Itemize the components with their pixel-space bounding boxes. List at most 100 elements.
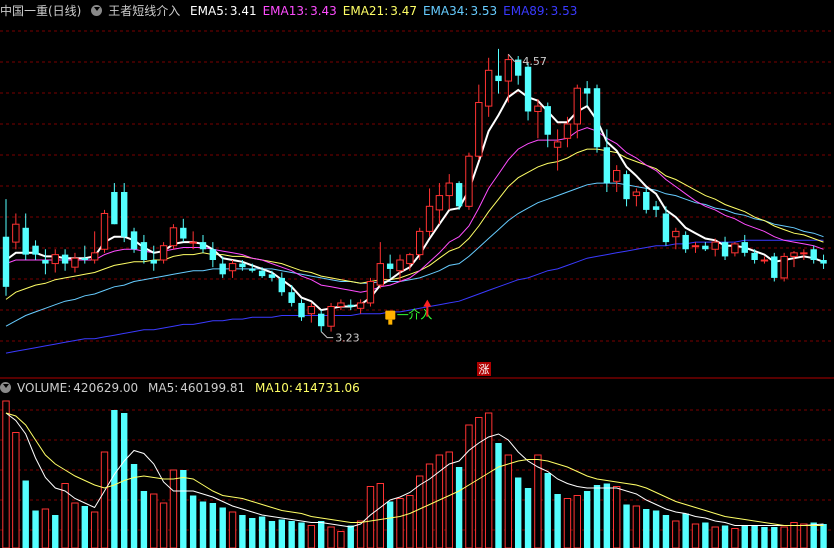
entry-label: 介入 xyxy=(408,308,432,322)
volume-bar xyxy=(731,528,739,548)
candle-body xyxy=(121,192,128,237)
ma10-label: MA10: xyxy=(255,381,293,395)
candle-body xyxy=(790,252,798,257)
volume-bar xyxy=(2,400,10,548)
ema-legend: EMA5: 3.41 EMA13: 3.43 EMA21: 3.47 EMA34: 3.53 E… xyxy=(190,4,583,18)
volume-bar xyxy=(228,511,237,548)
volume-bar xyxy=(455,467,463,548)
candle-body xyxy=(465,155,473,207)
ema-legend-item: EMA21: xyxy=(342,4,389,18)
volume-bar xyxy=(258,516,266,548)
volume-bar xyxy=(484,412,493,548)
volume-bar xyxy=(12,432,20,548)
volume-bar xyxy=(71,502,79,548)
volume-bar xyxy=(711,526,719,548)
volume-bar xyxy=(81,506,88,548)
volume-bar xyxy=(800,523,808,548)
ema-line-ema34 xyxy=(5,182,824,327)
indicator-menu-icon[interactable] xyxy=(91,5,103,16)
volume-bars xyxy=(2,400,827,548)
candle-body xyxy=(199,242,207,250)
candle-body xyxy=(721,242,729,257)
volume-bar xyxy=(741,525,748,548)
ema-legend-value: 3.53 xyxy=(550,4,578,18)
chart-canvas[interactable]: 4.57 3.23 介入涨 xyxy=(0,0,834,548)
stock-title: 中国一重(日线) xyxy=(0,4,82,18)
candle-body xyxy=(337,302,345,308)
high-price-label: 4.57 xyxy=(522,55,547,68)
volume-bar xyxy=(52,515,59,548)
ema-legend-value: 3.47 xyxy=(390,4,417,18)
volume-bar xyxy=(475,417,483,548)
candle-body xyxy=(12,223,20,243)
ema-legend-value: 3.53 xyxy=(470,4,498,18)
volume-ma10-line xyxy=(5,412,824,526)
volume-bar xyxy=(672,520,680,548)
candle-body xyxy=(278,277,285,293)
candle-body xyxy=(81,258,88,260)
candle-body xyxy=(51,254,59,265)
volume-bar xyxy=(810,522,817,548)
candle-body xyxy=(298,302,305,318)
volume-bar xyxy=(682,513,689,548)
candle-body xyxy=(169,227,178,247)
volume-bar xyxy=(159,502,168,548)
ema-legend-item: EMA5: xyxy=(190,4,228,18)
candle-body xyxy=(258,270,266,277)
volume-bar xyxy=(268,521,276,548)
candle-body xyxy=(613,170,621,182)
candle-body xyxy=(524,66,532,112)
ema-line-ema21 xyxy=(5,148,824,300)
candle-body xyxy=(71,257,79,268)
volume-bar xyxy=(495,443,502,548)
volume-bar xyxy=(318,521,325,548)
candle-body xyxy=(42,260,49,264)
volume-bar xyxy=(652,510,660,548)
volume-bar xyxy=(504,454,513,548)
candle-body xyxy=(534,105,542,112)
volume-bar xyxy=(386,501,394,548)
candle-body xyxy=(495,75,502,82)
volume-bar xyxy=(327,526,335,548)
volume-bar xyxy=(632,505,641,548)
candle-body xyxy=(159,245,168,261)
volume-bar xyxy=(554,494,561,548)
candle-body xyxy=(455,183,463,207)
ema-legend-value: 3.41 xyxy=(229,4,257,18)
candle-body xyxy=(632,191,641,197)
volume-bar xyxy=(140,491,148,548)
candle-body xyxy=(682,234,689,250)
volume-bar xyxy=(820,524,827,548)
ema-line-ema5 xyxy=(5,88,824,312)
volume-bar xyxy=(32,510,39,548)
candle-body xyxy=(347,304,354,307)
volume-bar xyxy=(790,522,798,548)
candle-body xyxy=(820,260,827,264)
volume-bar xyxy=(307,525,316,548)
volume-bar xyxy=(239,515,246,548)
candle-body xyxy=(544,106,551,135)
candle-body xyxy=(268,274,276,278)
volume-bar xyxy=(691,523,700,548)
candle-body xyxy=(475,102,483,157)
low-marker xyxy=(320,331,334,339)
candle-body xyxy=(376,263,385,286)
volume-menu-icon[interactable] xyxy=(0,382,11,393)
indicator-name[interactable]: 王者短线介入 xyxy=(108,4,180,18)
candle-body xyxy=(563,123,572,139)
price-header: 中国一重(日线) 王者短线介入 EMA5: 3.41 EMA13: 3.43 EMA21… xyxy=(0,1,589,21)
ema-legend-item: EMA13: xyxy=(262,4,309,18)
candle-body xyxy=(672,230,680,238)
candle-body xyxy=(228,263,237,272)
volume-bar xyxy=(249,518,256,548)
candle-body xyxy=(445,182,453,197)
volume-bar xyxy=(337,531,345,548)
volume-bar xyxy=(180,470,187,548)
candle-body xyxy=(771,256,778,278)
volume-bar xyxy=(278,519,285,548)
candle-body xyxy=(22,227,29,255)
candle-body xyxy=(61,254,69,264)
volume-bar xyxy=(515,477,522,548)
candle-body xyxy=(130,231,138,250)
ma5-label: MA5: xyxy=(148,381,179,395)
